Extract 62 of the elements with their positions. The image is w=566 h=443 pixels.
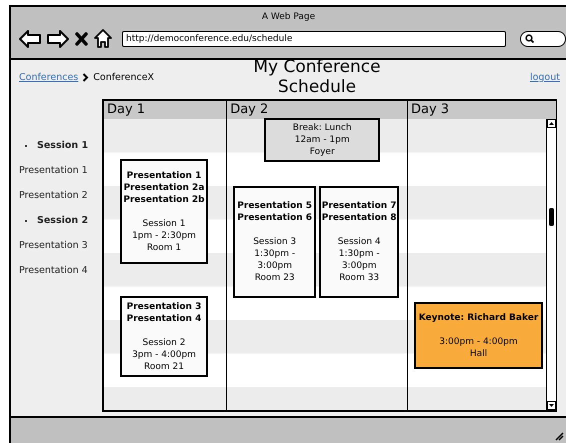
event-title: Presentation 7: [322, 200, 397, 212]
event-detail: 3:00pm: [257, 260, 292, 272]
event-detail: 3:00pm - 4:00pm: [439, 336, 518, 348]
event-title: Keynote: Richard Baker: [418, 312, 538, 324]
scrollbar[interactable]: [546, 119, 556, 410]
back-icon[interactable]: [19, 30, 41, 48]
event-detail: Session 1: [142, 218, 186, 230]
day-header: Day 3: [408, 101, 556, 119]
event-detail: 1:30pm -: [338, 248, 380, 260]
event-detail: Room 33: [339, 272, 380, 284]
breadcrumb-current: ConferenceX: [93, 72, 154, 82]
day-header: Day 2: [227, 101, 407, 119]
presentation-item[interactable]: Presentation 3: [19, 240, 88, 251]
event-title: Presentation 3: [126, 300, 202, 312]
search-icon: [525, 34, 534, 43]
event-title: Presentation 8: [322, 212, 397, 224]
event-detail: Room 23: [254, 272, 295, 284]
forward-icon[interactable]: [47, 30, 69, 48]
day-header: Day 1: [104, 101, 226, 119]
breadcrumb-link[interactable]: Conferences: [19, 72, 78, 82]
event-card[interactable]: Break: Lunch 12am - 1pm Foyer: [264, 118, 380, 162]
event-detail: Foyer: [310, 146, 335, 158]
event-card[interactable]: Presentation 3 Presentation 4 Session 2 3pm - 4:00pm Room 21: [120, 296, 208, 377]
event-card[interactable]: Presentation 5 Presentation 6 Session 3 1:30pm - 3:00pm Room 23: [233, 186, 316, 298]
event-card[interactable]: Presentation 7 Presentation 8 Session 4 1:30pm - 3:00pm Room 33: [319, 186, 400, 298]
event-detail: 1pm - 2:30pm: [132, 230, 196, 242]
chevron-icon: [82, 72, 90, 82]
event-detail: 3:00pm: [342, 260, 377, 272]
close-icon[interactable]: [75, 32, 88, 46]
presentation-item[interactable]: Presentation 2: [19, 190, 88, 201]
event-card[interactable]: Keynote: Richard Baker 3:00pm - 4:00pm Hall: [414, 302, 543, 369]
event-detail: Room 21: [144, 360, 184, 372]
event-detail: Break: Lunch: [292, 122, 352, 134]
event-title: Presentation 6: [237, 212, 312, 224]
event-title: Presentation 4: [126, 312, 202, 324]
event-title: Presentation 2b: [123, 194, 205, 206]
presentation-item[interactable]: Presentation 4: [19, 265, 88, 276]
event-detail: Session 4: [338, 236, 381, 248]
window-title: A Web Page: [260, 12, 316, 24]
page-title: My Conference Schedule: [252, 57, 382, 97]
event-detail: Session 2: [142, 336, 186, 348]
session-item[interactable]: Session 1: [37, 140, 88, 151]
event-title: Presentation 1: [126, 170, 202, 182]
event-detail: Hall: [470, 348, 488, 360]
event-detail: Session 3: [253, 236, 296, 248]
event-detail: 3pm - 4:00pm: [132, 348, 196, 360]
event-title: Presentation 2a: [123, 182, 205, 194]
home-icon[interactable]: [94, 29, 112, 48]
address-field[interactable]: http://democonference.edu/schedule: [122, 30, 506, 46]
event-title: Presentation 5: [237, 200, 312, 212]
logout-link[interactable]: logout: [530, 72, 560, 82]
scroll-up-icon[interactable]: [547, 119, 556, 128]
session-item[interactable]: Session 2: [37, 215, 88, 226]
search-field[interactable]: [520, 30, 566, 46]
event-detail: 1:30pm -: [254, 248, 296, 260]
scroll-down-icon[interactable]: [547, 401, 556, 410]
scroll-thumb[interactable]: [549, 208, 554, 226]
event-detail: Room 1: [146, 242, 182, 254]
event-detail: 12am - 1pm: [294, 134, 350, 146]
presentation-item[interactable]: Presentation 1: [19, 165, 88, 176]
event-card[interactable]: Presentation 1 Presentation 2a Presentation 2b Session 1 1pm - 2:30pm Room 1: [120, 159, 208, 264]
resize-grip-icon[interactable]: [554, 431, 564, 441]
